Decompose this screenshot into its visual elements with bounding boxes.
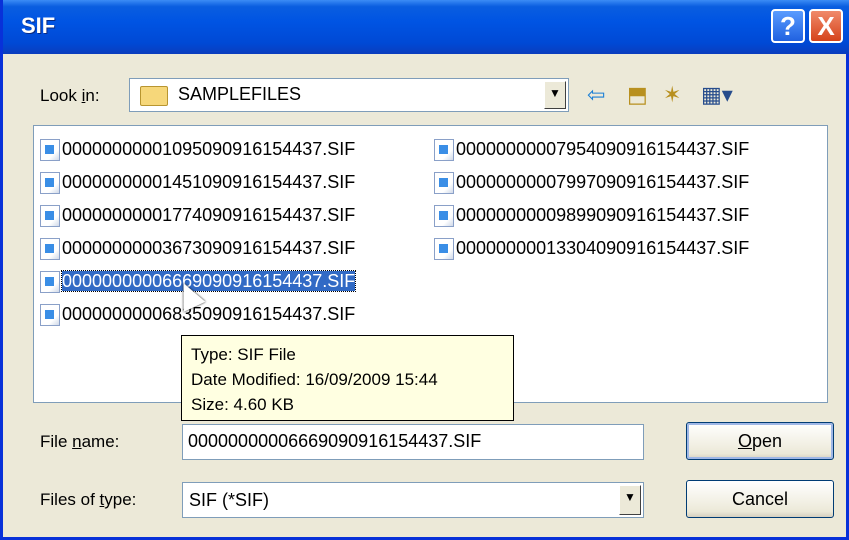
folder-icon (140, 86, 168, 106)
file-icon (434, 205, 454, 228)
new-folder-icon[interactable]: ✶ (663, 82, 681, 108)
files-of-type-value: SIF (*SIF) (189, 490, 269, 510)
chevron-down-icon[interactable]: ▼ (619, 485, 641, 515)
up-folder-icon[interactable]: ⬒ (627, 82, 648, 108)
look-in-dropdown[interactable]: SAMPLEFILES ▼ (129, 78, 569, 112)
file-icon (40, 205, 60, 228)
list-item[interactable]: 00000000001451090916154437.SIF (40, 169, 355, 195)
look-in-value: SAMPLEFILES (178, 84, 302, 104)
file-icon (40, 304, 60, 327)
open-button[interactable]: Open (686, 422, 834, 460)
view-menu-icon[interactable]: ▦▾ (701, 82, 733, 108)
file-name-label: File name: (40, 432, 120, 451)
file-icon (40, 172, 60, 195)
look-in-label: Look in: (40, 86, 100, 105)
tooltip-type: Type: SIF File (191, 345, 296, 364)
file-icon (434, 238, 454, 261)
list-item[interactable]: 00000000007954090916154437.SIF (434, 136, 749, 162)
cancel-button[interactable]: Cancel (686, 480, 834, 518)
window-title: SIF (21, 13, 56, 38)
back-icon[interactable]: ⇦ (587, 82, 605, 108)
tooltip-size: Size: 4.60 KB (191, 395, 295, 414)
title-bar[interactable]: SIF ? X (3, 0, 849, 54)
close-button[interactable]: X (809, 9, 843, 43)
tooltip-date-modified: Date Modified: 16/09/2009 15:44 (191, 370, 438, 389)
list-item[interactable]: 00000000001774090916154437.SIF (40, 202, 355, 228)
list-item[interactable]: 00000000013304090916154437.SIF (434, 235, 749, 261)
open-file-dialog: SIF ? X Look in: SAMPLEFILES ▼ ⇦ ⬒ ✶ ▦▾ … (0, 0, 849, 540)
list-item[interactable]: 00000000001095090916154437.SIF (40, 136, 355, 162)
file-icon (40, 271, 60, 294)
file-icon (40, 238, 60, 261)
list-item[interactable]: 00000000003673090916154437.SIF (40, 235, 355, 261)
file-icon (434, 172, 454, 195)
list-item[interactable]: 00000000007997090916154437.SIF (434, 169, 749, 195)
file-info-tooltip: Type: SIF File Date Modified: 16/09/2009… (181, 335, 514, 421)
file-name-input[interactable]: 00000000006669090916154437.SIF (182, 424, 644, 460)
list-item[interactable]: 00000000009899090916154437.SIF (434, 202, 749, 228)
file-icon (434, 139, 454, 162)
files-of-type-label: Files of type: (40, 490, 137, 509)
chevron-down-icon[interactable]: ▼ (544, 81, 566, 109)
file-icon (40, 139, 60, 162)
help-button[interactable]: ? (771, 9, 805, 43)
files-of-type-dropdown[interactable]: SIF (*SIF) ▼ (182, 482, 644, 518)
